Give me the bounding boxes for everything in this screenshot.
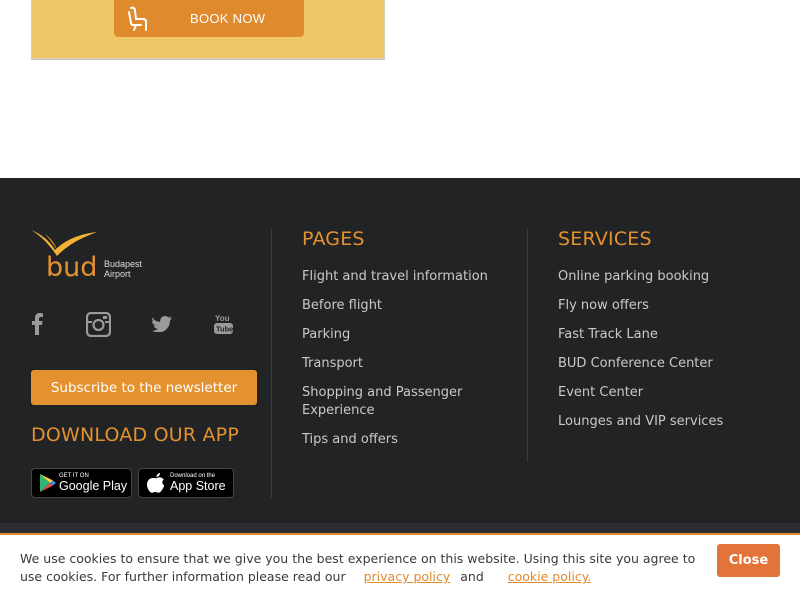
pages-link[interactable]: Parking: [302, 326, 522, 344]
pages-link[interactable]: Before flight: [302, 297, 522, 315]
cookie-banner: We use cookies to ensure that we give yo…: [0, 533, 800, 600]
cookie-policy-link[interactable]: cookie policy.: [508, 569, 592, 584]
pages-link[interactable]: Tips and offers: [302, 431, 522, 449]
pages-link[interactable]: Transport: [302, 355, 522, 373]
twitter-icon[interactable]: [152, 310, 172, 338]
app-store-big-text: App Store: [170, 479, 226, 493]
svg-text:You: You: [215, 314, 230, 323]
seat-icon: [118, 0, 158, 37]
services-link[interactable]: Fast Track Lane: [558, 326, 778, 344]
cookie-and-text: and: [460, 569, 484, 584]
google-play-icon: [40, 474, 56, 492]
youtube-icon[interactable]: You Tube: [214, 310, 234, 338]
footer-divider: [271, 228, 272, 498]
services-list: Online parking booking Fly now offers Fa…: [558, 268, 778, 431]
social-links: You Tube: [31, 310, 257, 340]
footer-bottom-strip: [0, 523, 800, 533]
services-link[interactable]: Lounges and VIP services: [558, 413, 778, 431]
services-link[interactable]: BUD Conference Center: [558, 355, 778, 373]
logo-line1: Budapest: [104, 259, 143, 269]
footer-divider: [527, 228, 528, 462]
instagram-icon[interactable]: [86, 310, 111, 338]
cookie-text: We use cookies to ensure that we give yo…: [20, 551, 696, 584]
privacy-policy-link[interactable]: privacy policy: [364, 569, 451, 584]
site-footer: bud Budapest Airport You Tube Subscribe t…: [0, 178, 800, 523]
page-top: BOOK NOW: [0, 0, 800, 178]
pages-link[interactable]: Shopping and Passenger Experience: [302, 384, 522, 420]
cookie-message: We use cookies to ensure that we give yo…: [20, 550, 700, 586]
google-play-button[interactable]: GET IT ON Google Play: [31, 468, 132, 498]
download-app-title: DOWNLOAD OUR APP: [31, 424, 239, 446]
services-column: SERVICES Online parking booking Fly now …: [558, 228, 778, 442]
logo-wordmark: bud: [46, 252, 97, 280]
pages-title: PAGES: [302, 228, 365, 250]
book-now-label: BOOK NOW: [190, 11, 266, 26]
apple-icon: [147, 473, 165, 493]
promo-card: BOOK NOW: [31, 0, 385, 59]
facebook-icon[interactable]: [31, 310, 43, 338]
services-title: SERVICES: [558, 228, 652, 250]
app-store-button[interactable]: Download on the App Store: [138, 468, 234, 498]
pages-list: Flight and travel information Before fli…: [302, 268, 522, 449]
bud-logo[interactable]: bud Budapest Airport: [31, 228, 151, 283]
pages-column: PAGES Flight and travel information Befo…: [302, 228, 522, 460]
cookie-close-button[interactable]: Close: [717, 544, 780, 577]
logo-line2: Airport: [104, 269, 131, 279]
google-play-big-text: Google Play: [59, 479, 128, 493]
svg-text:Tube: Tube: [216, 325, 233, 334]
book-now-button[interactable]: BOOK NOW: [114, 0, 304, 37]
services-link[interactable]: Online parking booking: [558, 268, 778, 286]
subscribe-newsletter-button[interactable]: Subscribe to the newsletter: [31, 370, 257, 405]
services-link[interactable]: Event Center: [558, 384, 778, 402]
services-link[interactable]: Fly now offers: [558, 297, 778, 315]
pages-link[interactable]: Flight and travel information: [302, 268, 522, 286]
